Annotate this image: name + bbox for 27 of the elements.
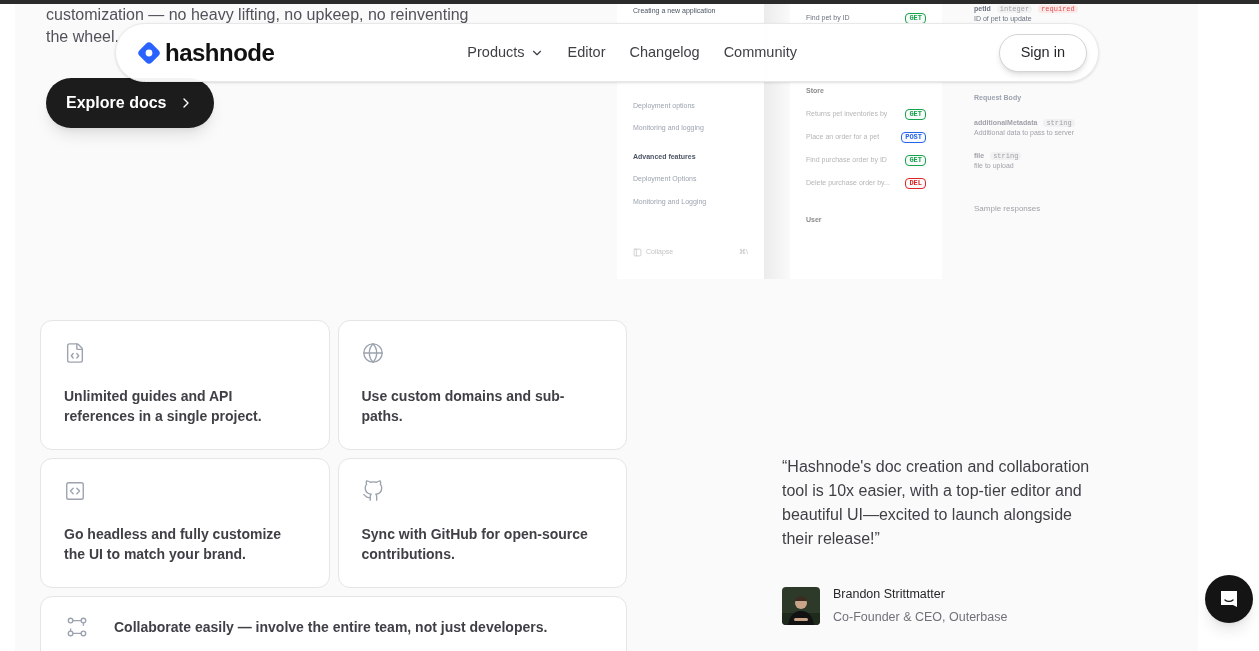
explore-docs-button[interactable]: Explore docs xyxy=(46,78,215,128)
hero-text: the wheel. xyxy=(46,27,120,47)
feature-text: Use custom domains and sub-paths. xyxy=(361,387,566,426)
author-role: Co-Founder & CEO, Outerbase xyxy=(833,608,1008,626)
hero-text: customization — no heavy lifting, no upkeep, no reinventing xyxy=(46,5,470,25)
feature-text: Go headless and fully customize the UI to match your brand. xyxy=(64,525,283,564)
chat-icon xyxy=(1218,588,1240,610)
nodes-icon xyxy=(66,616,88,638)
author-name: Brandon Strittmatter xyxy=(833,586,946,603)
logo-icon xyxy=(137,40,161,65)
github-icon xyxy=(361,480,384,502)
feature-text: Sync with GitHub for open-source contributions. xyxy=(361,525,589,564)
feature-text: Unlimited guides and API references in a single project. xyxy=(64,387,263,426)
nav-link[interactable]: Editor xyxy=(567,41,606,64)
chat-button[interactable] xyxy=(1205,575,1253,623)
code-icon xyxy=(64,480,86,502)
section-heading: Sample responses xyxy=(974,204,1042,213)
nav-link[interactable]: Community xyxy=(723,41,797,64)
sign-in-button[interactable]: Sign in xyxy=(998,33,1087,72)
brand-name[interactable]: hashnode xyxy=(165,34,275,71)
panel-icon xyxy=(633,247,642,257)
globe-icon xyxy=(361,342,384,364)
feature-text: Collaborate easily — involve the entire team, not just developers. xyxy=(114,617,548,637)
testimonial-quote: “Hashnode's doc creation and collaboration tool is 10x easier, with a top-tier editor and beautiful UI—excited to launch alongside their release!” xyxy=(782,457,1091,549)
file-code-icon xyxy=(64,342,86,364)
nav-link[interactable]: Products xyxy=(467,41,544,64)
nav-link[interactable]: Changelog xyxy=(629,41,700,64)
